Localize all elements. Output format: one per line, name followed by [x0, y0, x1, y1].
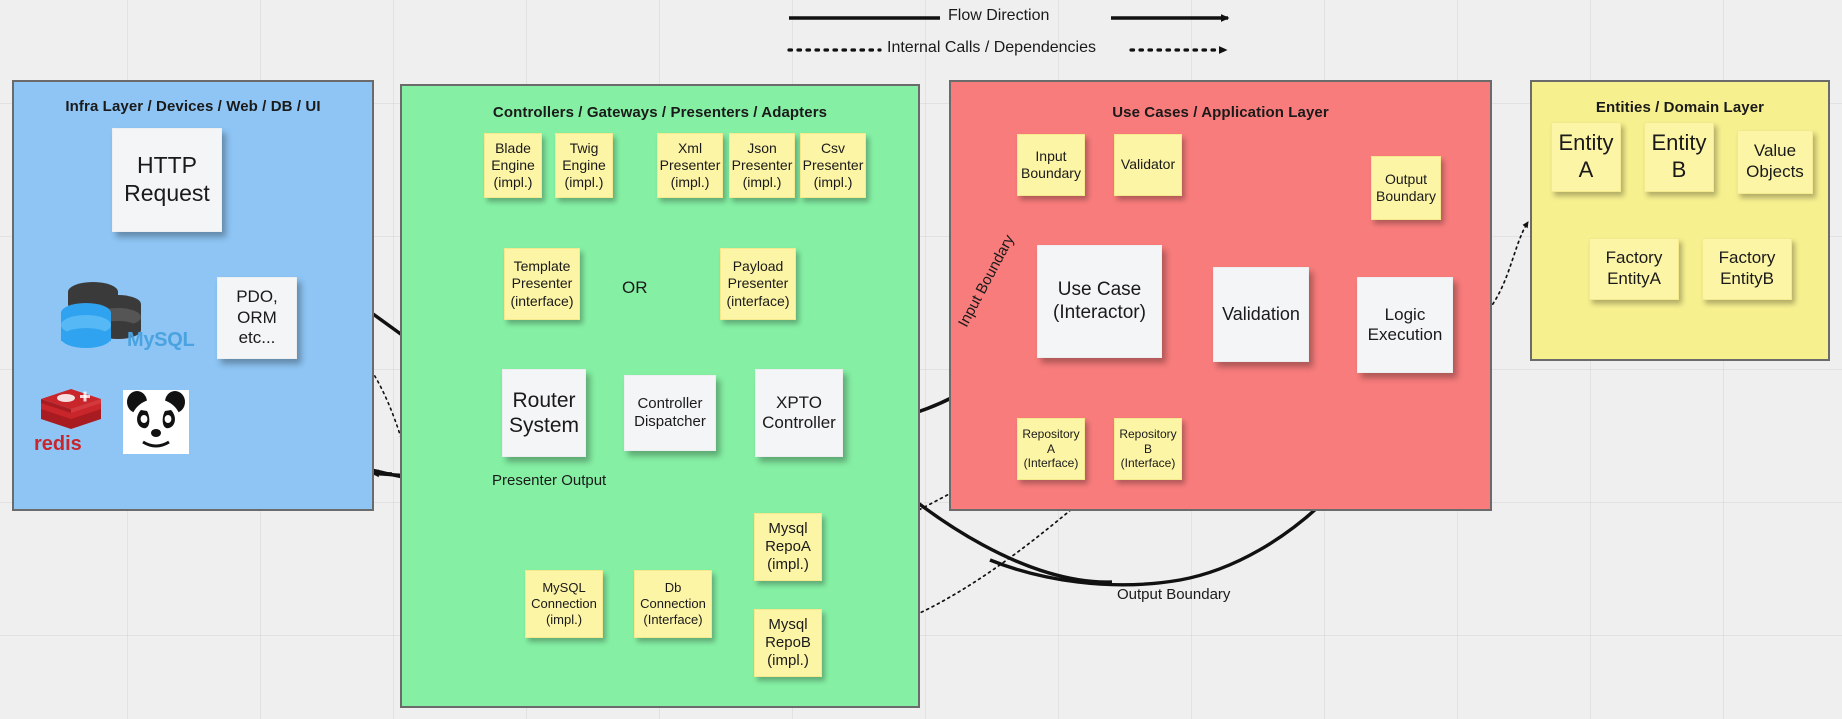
note-mysql-repo-a-label: Mysql RepoA (impl.) [765, 519, 811, 574]
edge-label-or: OR [622, 278, 648, 297]
mysql-logo-label: MySQL [127, 329, 195, 351]
note-value-objects[interactable]: Value Objects [1737, 130, 1813, 194]
card-use-case-interactor[interactable]: Use Case (Interactor) [1037, 245, 1162, 358]
note-entity-b[interactable]: Entity B [1644, 122, 1714, 192]
card-logic-execution[interactable]: Logic Execution [1357, 277, 1453, 373]
card-pdo-orm[interactable]: PDO, ORM etc... [217, 277, 297, 359]
note-factory-entity-a-label: Factory EntityA [1605, 248, 1663, 288]
note-value-objects-label: Value Objects [1746, 141, 1804, 181]
respect-icon [123, 390, 189, 454]
redis-logo-label: redis [34, 433, 82, 455]
layer-usecases-title: Use Cases / Application Layer [1112, 104, 1329, 121]
card-controller-dispatcher[interactable]: Controller Dispatcher [624, 375, 716, 451]
note-factory-entity-b-label: Factory EntityB [1718, 248, 1776, 288]
card-http-request[interactable]: HTTP Request [112, 128, 222, 232]
note-output-boundary[interactable]: Output Boundary [1371, 156, 1441, 220]
card-pdo-orm-label: PDO, ORM etc... [236, 287, 278, 348]
card-logic-execution-label: Logic Execution [1367, 304, 1443, 344]
note-twig-engine[interactable]: Twig Engine (impl.) [555, 133, 613, 198]
note-blade-engine-label: Blade Engine (impl.) [491, 139, 535, 191]
note-json-presenter-label: Json Presenter (impl.) [731, 139, 793, 191]
note-input-boundary-label: Input Boundary [1021, 147, 1081, 181]
redis-icon [38, 387, 104, 439]
legend-internal-calls-label: Internal Calls / Dependencies [887, 39, 1097, 56]
note-repository-a[interactable]: Repository A (Interface) [1017, 418, 1085, 480]
note-template-presenter-label: Template Presenter (interface) [510, 258, 574, 309]
legend-flow-direction-label: Flow Direction [948, 7, 1050, 24]
note-xml-presenter-label: Xml Presenter (impl.) [659, 139, 721, 191]
note-db-connection[interactable]: Db Connection (Interface) [634, 570, 712, 638]
note-db-connection-label: Db Connection (Interface) [640, 580, 706, 627]
card-router-system-label: Router System [508, 388, 579, 437]
note-mysql-repo-b-label: Mysql RepoB (impl.) [765, 615, 811, 670]
edge-label-output-boundary: Output Boundary [1117, 586, 1231, 603]
card-controller-dispatcher-label: Controller Dispatcher [634, 395, 706, 430]
note-entity-a-label: Entity A [1558, 130, 1614, 182]
card-validation[interactable]: Validation [1213, 267, 1309, 362]
note-validator-label: Validator [1120, 156, 1176, 173]
note-repository-b[interactable]: Repository B (Interface) [1114, 418, 1182, 480]
note-mysql-connection-label: MySQL Connection (impl.) [531, 580, 597, 627]
card-xpto-controller-label: XPTO Controller [762, 392, 836, 432]
note-factory-entity-b[interactable]: Factory EntityB [1702, 238, 1792, 300]
note-payload-presenter[interactable]: Payload Presenter (interface) [720, 248, 796, 320]
note-input-boundary[interactable]: Input Boundary [1017, 134, 1085, 196]
note-validator[interactable]: Validator [1114, 134, 1182, 196]
note-factory-entity-a[interactable]: Factory EntityA [1589, 238, 1679, 300]
card-router-system[interactable]: Router System [502, 369, 586, 457]
note-csv-presenter[interactable]: Csv Presenter (impl.) [800, 133, 866, 198]
note-entity-b-label: Entity B [1651, 130, 1707, 182]
note-csv-presenter-label: Csv Presenter (impl.) [802, 139, 864, 191]
layer-controllers-title: Controllers / Gateways / Presenters / Ad… [492, 104, 828, 121]
note-output-boundary-label: Output Boundary [1376, 170, 1436, 204]
note-xml-presenter[interactable]: Xml Presenter (impl.) [657, 133, 723, 198]
note-payload-presenter-label: Payload Presenter (interface) [726, 258, 790, 309]
note-mysql-repo-b[interactable]: Mysql RepoB (impl.) [754, 609, 822, 677]
note-json-presenter[interactable]: Json Presenter (impl.) [729, 133, 795, 198]
note-mysql-connection[interactable]: MySQL Connection (impl.) [525, 570, 603, 638]
card-http-request-label: HTTP Request [124, 152, 210, 206]
note-blade-engine[interactable]: Blade Engine (impl.) [484, 133, 542, 198]
card-validation-label: Validation [1222, 303, 1300, 324]
card-use-case-interactor-label: Use Case (Interactor) [1053, 278, 1146, 323]
note-twig-engine-label: Twig Engine (impl.) [562, 139, 606, 191]
note-template-presenter[interactable]: Template Presenter (interface) [504, 248, 580, 320]
edge-label-presenter-output: Presenter Output [492, 472, 607, 489]
layer-infra-title: Infra Layer / Devices / Web / DB / UI [65, 98, 321, 115]
note-repository-a-label: Repository A (Interface) [1022, 427, 1080, 471]
card-xpto-controller[interactable]: XPTO Controller [755, 369, 843, 457]
layer-entities-title: Entities / Domain Layer [1595, 99, 1765, 116]
note-entity-a[interactable]: Entity A [1551, 122, 1621, 192]
note-mysql-repo-a[interactable]: Mysql RepoA (impl.) [754, 513, 822, 581]
note-repository-b-label: Repository B (Interface) [1119, 427, 1177, 471]
